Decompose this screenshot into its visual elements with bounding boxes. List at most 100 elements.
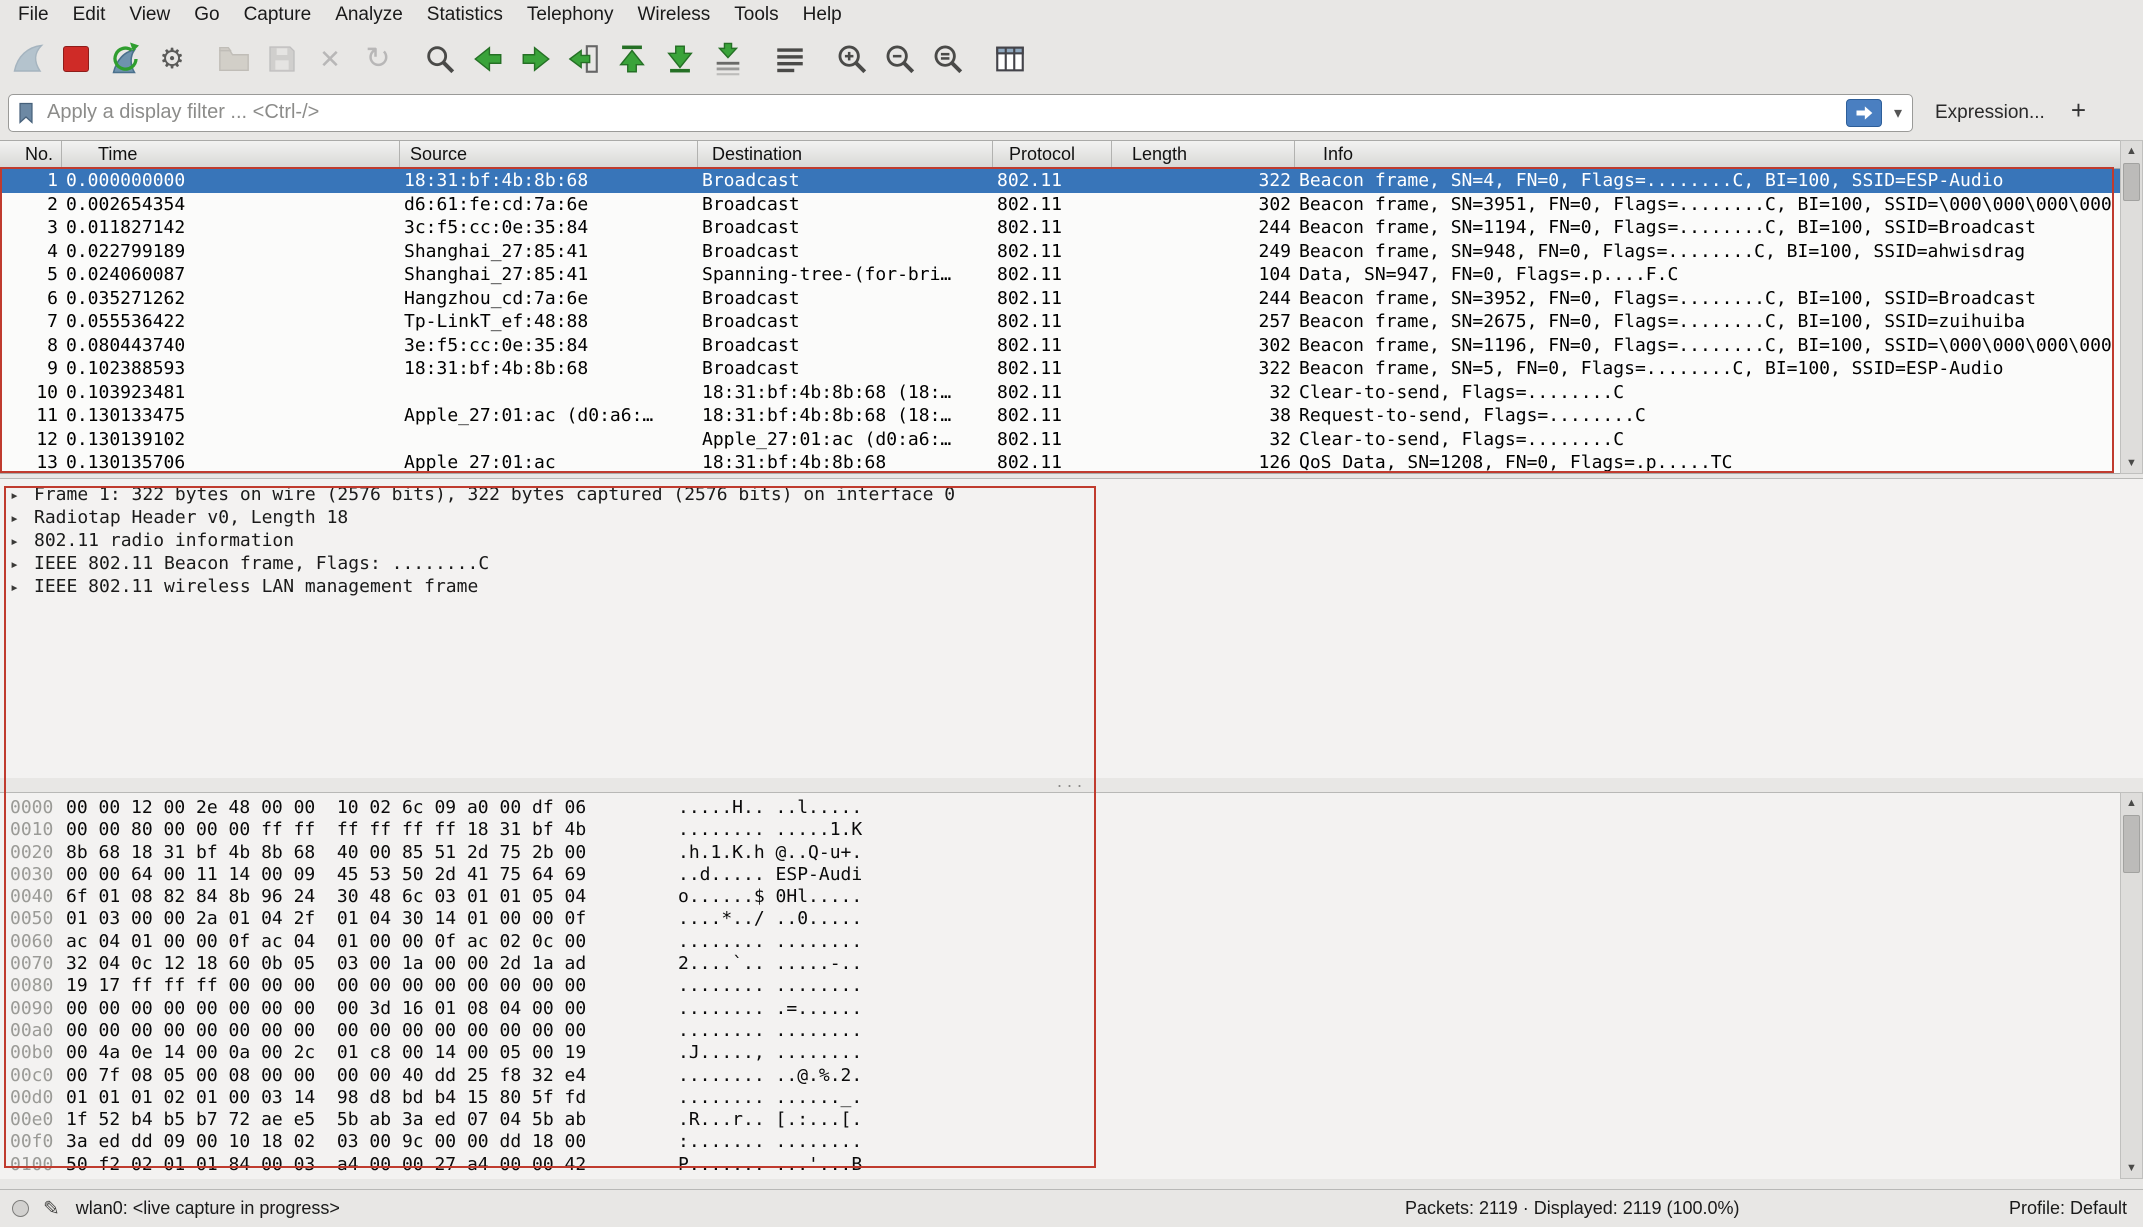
packet-row[interactable]: 9 0.102388593 18:31:bf:4b:8b:68 Broadcas… xyxy=(0,357,2120,381)
hex-bytes[interactable]: 6f 01 08 82 84 8b 96 24 30 48 6c 03 01 0… xyxy=(66,886,606,908)
hex-ascii[interactable]: :....... ........ xyxy=(678,1131,862,1153)
hex-bytes[interactable]: ac 04 01 00 00 0f ac 04 01 00 00 0f ac 0… xyxy=(66,931,606,953)
splitter-handle-icon[interactable]: ··· xyxy=(1057,782,1087,788)
detail-line[interactable]: ▸ Frame 1: 322 bytes on wire (2576 bits)… xyxy=(0,483,2143,506)
hex-ascii[interactable]: ........ ........ xyxy=(678,975,862,997)
menu-file[interactable]: File xyxy=(6,2,61,28)
go-to-bottom-button[interactable] xyxy=(656,36,704,82)
capture-comment-icon[interactable]: ✎ xyxy=(43,1196,60,1221)
scroll-up-icon[interactable]: ▲ xyxy=(2121,793,2142,813)
filter-bookmark-icon[interactable] xyxy=(15,101,39,125)
hex-pane-scrollbar[interactable]: ▲ ▼ xyxy=(2120,792,2143,1179)
menu-help[interactable]: Help xyxy=(791,2,854,28)
hex-ascii[interactable]: P....... ...'...B xyxy=(678,1154,862,1176)
go-to-top-button[interactable] xyxy=(608,36,656,82)
hex-bytes[interactable]: 00 00 64 00 11 14 00 09 45 53 50 2d 41 7… xyxy=(66,864,606,886)
expander-icon[interactable]: ▸ xyxy=(10,509,24,527)
zoom-out-button[interactable] xyxy=(876,36,924,82)
hex-row[interactable]: 0070 32 04 0c 12 18 60 0b 05 03 00 1a 00… xyxy=(0,953,2120,975)
packet-row[interactable]: 7 0.055536422 Tp-LinkT_ef:48:88 Broadcas… xyxy=(0,310,2120,334)
scrollbar-thumb[interactable] xyxy=(2123,163,2140,201)
hex-bytes[interactable]: 3a ed dd 09 00 10 18 02 03 00 9c 00 00 d… xyxy=(66,1131,606,1153)
packet-row[interactable]: 10 0.103923481 18:31:bf:4b:8b:68 (18:… 8… xyxy=(0,381,2120,405)
hex-ascii[interactable]: ........ .=...... xyxy=(678,998,862,1020)
hex-ascii[interactable]: 2....`.. .....-.. xyxy=(678,953,862,975)
add-filter-button[interactable]: + xyxy=(2067,95,2100,130)
packet-list-scrollbar[interactable]: ▲ ▼ xyxy=(2120,140,2143,474)
packet-row[interactable]: 11 0.130133475 Apple_27:01:ac (d0:a6:… 1… xyxy=(0,404,2120,428)
expander-icon[interactable]: ▸ xyxy=(10,532,24,550)
menu-wireless[interactable]: Wireless xyxy=(625,2,722,28)
expression-button[interactable]: Expression... xyxy=(1927,98,2053,128)
packet-row[interactable]: 1 0.000000000 18:31:bf:4b:8b:68 Broadcas… xyxy=(0,169,2120,193)
detail-line[interactable]: ▸ IEEE 802.11 wireless LAN management fr… xyxy=(0,575,2143,598)
hex-row[interactable]: 0050 01 03 00 00 2a 01 04 2f 01 04 30 14… xyxy=(0,908,2120,930)
column-header-no[interactable]: No. xyxy=(0,141,62,168)
hex-ascii[interactable]: o......$ 0Hl..... xyxy=(678,886,862,908)
hex-row[interactable]: 0100 50 f2 02 01 01 84 00 03 a4 00 00 27… xyxy=(0,1154,2120,1176)
packet-row[interactable]: 3 0.011827142 3c:f5:cc:0e:35:84 Broadcas… xyxy=(0,216,2120,240)
hex-ascii[interactable]: ........ .....1.K xyxy=(678,819,862,841)
packet-row[interactable]: 6 0.035271262 Hangzhou_cd:7a:6e Broadcas… xyxy=(0,287,2120,311)
expander-icon[interactable]: ▸ xyxy=(10,555,24,573)
profile-status[interactable]: Profile: Default xyxy=(2009,1198,2127,1219)
hex-bytes[interactable]: 00 00 80 00 00 00 ff ff ff ff ff ff 18 3… xyxy=(66,819,606,841)
hex-row[interactable]: 0030 00 00 64 00 11 14 00 09 45 53 50 2d… xyxy=(0,864,2120,886)
hex-bytes[interactable]: 1f 52 b4 b5 b7 72 ae e5 5b ab 3a ed 07 0… xyxy=(66,1109,606,1131)
detail-line[interactable]: ▸ Radiotap Header v0, Length 18 xyxy=(0,506,2143,529)
hex-row[interactable]: 0080 19 17 ff ff ff 00 00 00 00 00 00 00… xyxy=(0,975,2120,997)
restart-capture-button[interactable] xyxy=(100,36,148,82)
packet-row[interactable]: 2 0.002654354 d6:61:fe:cd:7a:6e Broadcas… xyxy=(0,193,2120,217)
zoom-original-button[interactable] xyxy=(924,36,972,82)
resize-columns-button[interactable] xyxy=(986,36,1034,82)
hex-bytes[interactable]: 01 01 01 02 01 00 03 14 98 d8 bd b4 15 8… xyxy=(66,1087,606,1109)
menu-edit[interactable]: Edit xyxy=(61,2,118,28)
hex-ascii[interactable]: ........ ........ xyxy=(678,1020,862,1042)
go-back-button[interactable] xyxy=(464,36,512,82)
hex-row[interactable]: 0010 00 00 80 00 00 00 ff ff ff ff ff ff… xyxy=(0,819,2120,841)
filter-dropdown-chevron-icon[interactable]: ▾ xyxy=(1890,103,1906,123)
packet-row[interactable]: 5 0.024060087 Shanghai_27:85:41 Spanning… xyxy=(0,263,2120,287)
hex-bytes[interactable]: 32 04 0c 12 18 60 0b 05 03 00 1a 00 00 2… xyxy=(66,953,606,975)
capture-status-icon[interactable] xyxy=(12,1200,29,1217)
hex-row[interactable]: 0020 8b 68 18 31 bf 4b 8b 68 40 00 85 51… xyxy=(0,842,2120,864)
hex-ascii[interactable]: .h.1.K.h @..Q-u+. xyxy=(678,842,862,864)
detail-line[interactable]: ▸ IEEE 802.11 Beacon frame, Flags: .....… xyxy=(0,552,2143,575)
go-forward-button[interactable] xyxy=(512,36,560,82)
save-file-button[interactable] xyxy=(258,36,306,82)
capture-options-button[interactable]: ⚙ xyxy=(148,36,196,82)
pane-splitter[interactable]: ··· xyxy=(0,778,2143,792)
hex-bytes[interactable]: 00 00 00 00 00 00 00 00 00 3d 16 01 08 0… xyxy=(66,998,606,1020)
column-header-length[interactable]: Length xyxy=(1112,141,1295,168)
hex-row[interactable]: 00e0 1f 52 b4 b5 b7 72 ae e5 5b ab 3a ed… xyxy=(0,1109,2120,1131)
menu-capture[interactable]: Capture xyxy=(232,2,324,28)
close-file-button[interactable]: ✕ xyxy=(306,36,354,82)
menu-view[interactable]: View xyxy=(117,2,182,28)
menu-tools[interactable]: Tools xyxy=(722,2,790,28)
hex-ascii[interactable]: ........ ........ xyxy=(678,931,862,953)
hex-row[interactable]: 0000 00 00 12 00 2e 48 00 00 10 02 6c 09… xyxy=(0,797,2120,819)
hex-row[interactable]: 00d0 01 01 01 02 01 00 03 14 98 d8 bd b4… xyxy=(0,1087,2120,1109)
packet-row[interactable]: 8 0.080443740 3e:f5:cc:0e:35:84 Broadcas… xyxy=(0,334,2120,358)
hex-ascii[interactable]: .J....., ........ xyxy=(678,1042,862,1064)
zoom-in-button[interactable] xyxy=(828,36,876,82)
hex-bytes[interactable]: 8b 68 18 31 bf 4b 8b 68 40 00 85 51 2d 7… xyxy=(66,842,606,864)
hex-ascii[interactable]: ........ ..@.%.2. xyxy=(678,1065,862,1087)
stop-capture-button[interactable] xyxy=(52,36,100,82)
hex-row[interactable]: 00c0 00 7f 08 05 00 08 00 00 00 00 40 dd… xyxy=(0,1065,2120,1087)
hex-bytes[interactable]: 50 f2 02 01 01 84 00 03 a4 00 00 27 a4 0… xyxy=(66,1154,606,1176)
start-capture-button[interactable] xyxy=(4,36,52,82)
hex-bytes[interactable]: 19 17 ff ff ff 00 00 00 00 00 00 00 00 0… xyxy=(66,975,606,997)
hex-bytes[interactable]: 00 4a 0e 14 00 0a 00 2c 01 c8 00 14 00 0… xyxy=(66,1042,606,1064)
hex-row[interactable]: 0040 6f 01 08 82 84 8b 96 24 30 48 6c 03… xyxy=(0,886,2120,908)
display-filter-box[interactable]: ▾ xyxy=(8,94,1913,132)
hex-row[interactable]: 0060 ac 04 01 00 00 0f ac 04 01 00 00 0f… xyxy=(0,931,2120,953)
menu-telephony[interactable]: Telephony xyxy=(515,2,626,28)
reload-file-button[interactable]: ↻ xyxy=(354,36,402,82)
column-header-destination[interactable]: Destination xyxy=(698,141,993,168)
detail-line[interactable]: ▸ 802.11 radio information xyxy=(0,529,2143,552)
auto-scroll-button[interactable] xyxy=(704,36,752,82)
hex-row[interactable]: 00b0 00 4a 0e 14 00 0a 00 2c 01 c8 00 14… xyxy=(0,1042,2120,1064)
packet-row[interactable]: 13 0.130135706 Apple_27:01:ac 18:31:bf:4… xyxy=(0,451,2120,474)
hex-ascii[interactable]: ........ ......_. xyxy=(678,1087,862,1109)
